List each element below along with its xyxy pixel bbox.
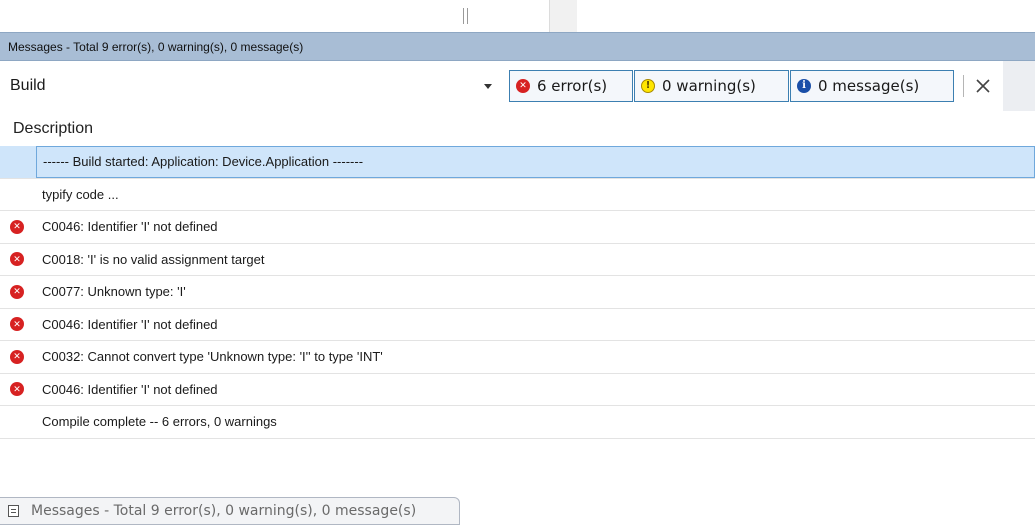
error-icon: ✕ bbox=[10, 317, 24, 332]
row-text: ------ Build started: Application: Devic… bbox=[36, 146, 1035, 178]
messages-tab-label: Messages - Total 9 error(s), 0 warning(s… bbox=[31, 503, 417, 519]
column-header-label: Description bbox=[13, 120, 94, 137]
warning-icon: ! bbox=[641, 79, 655, 93]
row-gutter bbox=[0, 179, 36, 211]
errors-filter-label: 6 error(s) bbox=[537, 77, 608, 95]
list-item[interactable]: ✕ C0046: Identifier 'I' not defined bbox=[0, 374, 1035, 406]
list-item[interactable]: ✕ C0077: Unknown type: 'I' bbox=[0, 276, 1035, 309]
message-list: ------ Build started: Application: Devic… bbox=[0, 146, 1035, 439]
row-text: Compile complete -- 6 errors, 0 warnings bbox=[42, 414, 277, 430]
info-icon: i bbox=[797, 79, 811, 93]
error-icon: ✕ bbox=[10, 349, 24, 364]
row-text: C0046: Identifier 'I' not defined bbox=[42, 316, 218, 332]
error-icon: ✕ bbox=[10, 382, 24, 397]
list-item[interactable]: ✕ C0032: Cannot convert type 'Unknown ty… bbox=[0, 341, 1035, 374]
splitter-grip[interactable] bbox=[463, 8, 464, 24]
error-icon: ✕ bbox=[10, 284, 24, 299]
toolbar-overflow bbox=[1003, 61, 1035, 111]
error-icon: ✕ bbox=[10, 219, 24, 234]
messages-toolbar: Build ✕ 6 error(s) ! 0 warning(s) i 0 me… bbox=[0, 61, 1035, 111]
list-item[interactable]: ✕ C0018: 'I' is no valid assignment targ… bbox=[0, 244, 1035, 276]
close-icon bbox=[976, 79, 990, 93]
toolbar-fragment bbox=[549, 0, 577, 32]
messages-tab[interactable]: Messages - Total 9 error(s), 0 warning(s… bbox=[0, 497, 460, 525]
row-text: C0046: Identifier 'I' not defined bbox=[42, 219, 218, 235]
row-text: C0018: 'I' is no valid assignment target bbox=[42, 251, 265, 267]
splitter-grip[interactable] bbox=[467, 8, 468, 24]
error-icon: ✕ bbox=[10, 252, 24, 267]
messages-filter-button[interactable]: i 0 message(s) bbox=[790, 70, 954, 102]
chevron-down-icon[interactable] bbox=[484, 84, 492, 89]
row-text: C0046: Identifier 'I' not defined bbox=[42, 381, 218, 397]
description-column-header[interactable]: Description bbox=[0, 114, 1035, 144]
list-item[interactable]: ------ Build started: Application: Devic… bbox=[0, 146, 1035, 179]
row-text: C0032: Cannot convert type 'Unknown type… bbox=[42, 349, 383, 365]
window-title: Messages - Total 9 error(s), 0 warning(s… bbox=[8, 39, 304, 54]
warnings-filter-label: 0 warning(s) bbox=[662, 77, 756, 95]
warnings-filter-button[interactable]: ! 0 warning(s) bbox=[634, 70, 789, 102]
errors-filter-button[interactable]: ✕ 6 error(s) bbox=[509, 70, 633, 102]
row-gutter bbox=[0, 406, 36, 438]
message-category-select[interactable]: Build bbox=[0, 71, 503, 101]
toolbar-divider bbox=[963, 75, 964, 97]
messages-list-icon bbox=[8, 505, 19, 517]
messages-filter-label: 0 message(s) bbox=[818, 77, 920, 95]
list-item[interactable]: typify code ... bbox=[0, 179, 1035, 211]
category-value: Build bbox=[10, 77, 46, 94]
list-item[interactable]: Compile complete -- 6 errors, 0 warnings bbox=[0, 406, 1035, 439]
row-gutter bbox=[0, 146, 36, 178]
row-text: typify code ... bbox=[42, 186, 119, 202]
messages-title-bar: Messages - Total 9 error(s), 0 warning(s… bbox=[0, 32, 1035, 61]
top-strip bbox=[0, 0, 1035, 32]
error-icon: ✕ bbox=[516, 79, 530, 93]
clear-messages-button[interactable] bbox=[970, 73, 996, 99]
list-item[interactable]: ✕ C0046: Identifier 'I' not defined bbox=[0, 309, 1035, 341]
row-text: C0077: Unknown type: 'I' bbox=[42, 284, 186, 300]
list-item[interactable]: ✕ C0046: Identifier 'I' not defined bbox=[0, 211, 1035, 244]
